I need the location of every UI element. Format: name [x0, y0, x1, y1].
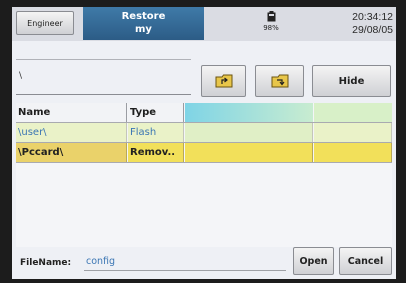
folder-up-button[interactable]: [201, 65, 246, 97]
row-cell: [314, 123, 392, 142]
table-header: Name Type: [16, 103, 392, 122]
row-name: \Pccard\: [16, 143, 127, 162]
row-cell: [314, 143, 392, 162]
clock: 20:34:12 29/08/05: [352, 11, 393, 37]
table-row[interactable]: \user\ Flash: [16, 123, 392, 142]
column-header-type[interactable]: Type: [128, 103, 184, 122]
filename-input[interactable]: [84, 252, 286, 271]
column-header-4: [314, 103, 392, 122]
filename-label: FileName:: [20, 258, 72, 268]
engineer-button[interactable]: Engineer: [16, 11, 74, 35]
clock-date: 29/08/05: [352, 24, 393, 36]
top-bar: Engineer Restore my 98% 20:34:12 29/08/0…: [12, 7, 396, 41]
title-line-2: my: [135, 24, 152, 35]
column-header-name[interactable]: Name: [16, 103, 127, 122]
device-screen: Engineer Restore my 98% 20:34:12 29/08/0…: [12, 7, 396, 279]
title-line-1: Restore: [121, 11, 166, 22]
file-list: Name Type \user\ Flash \Pccard\ Remov..: [16, 103, 392, 247]
row-type: Remov..: [128, 143, 184, 162]
screen-title: Restore my: [83, 7, 204, 40]
table-row-selected[interactable]: \Pccard\ Remov..: [16, 143, 392, 162]
clock-time: 20:34:12: [352, 11, 393, 23]
divider: [16, 162, 392, 163]
new-folder-button[interactable]: [255, 65, 304, 97]
row-name: \user\: [16, 123, 127, 142]
hide-button[interactable]: Hide: [312, 65, 391, 97]
column-header-3: [185, 103, 313, 122]
row-type: Flash: [128, 123, 184, 142]
path-field[interactable]: \: [16, 59, 191, 95]
open-button[interactable]: Open: [293, 247, 334, 275]
row-cell: [185, 143, 313, 162]
battery-status: 98%: [256, 11, 286, 37]
battery-percent: 98%: [263, 24, 279, 32]
battery-icon: [267, 11, 275, 22]
folder-up-icon: [215, 74, 232, 88]
cancel-button[interactable]: Cancel: [339, 247, 392, 275]
folder-new-icon: [271, 74, 288, 88]
path-value: \: [19, 71, 23, 81]
row-cell: [185, 123, 313, 142]
